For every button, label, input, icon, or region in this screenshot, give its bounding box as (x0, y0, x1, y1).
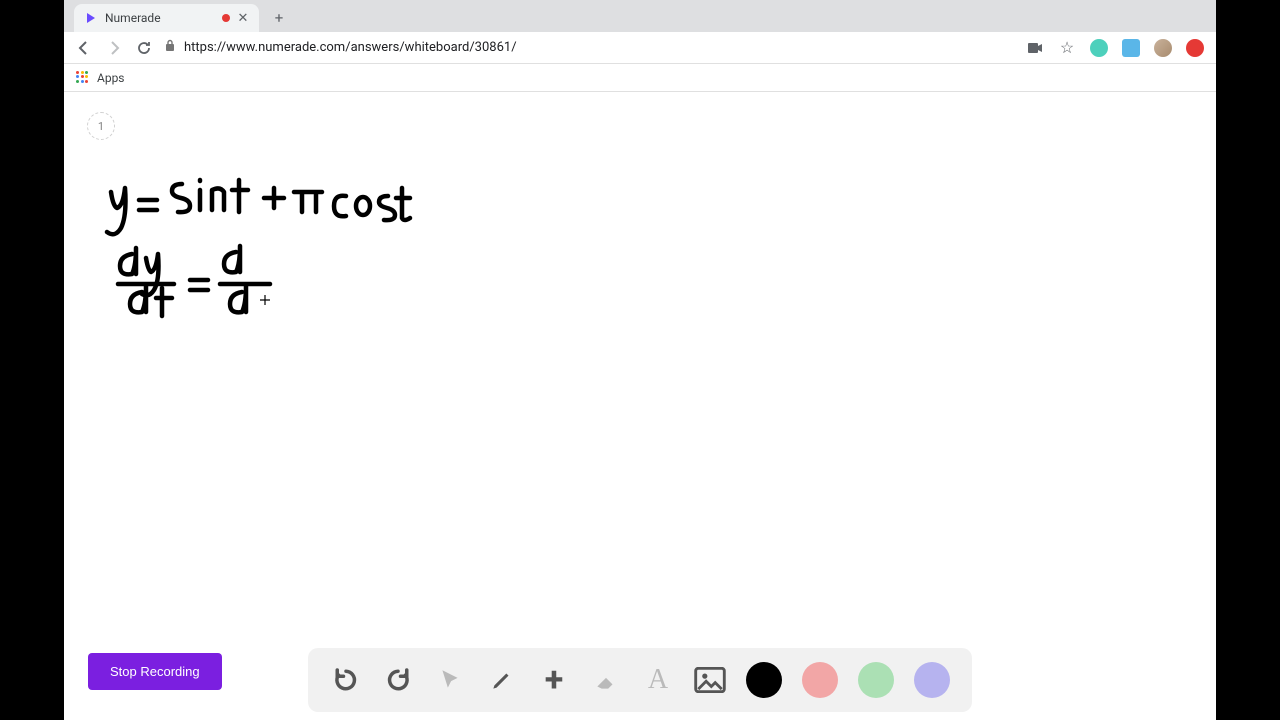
eraser-tool (590, 664, 622, 696)
whiteboard-content[interactable]: 1 (64, 92, 1216, 720)
address-bar: https://www.numerade.com/answers/whitebo… (64, 32, 1216, 64)
url-container[interactable]: https://www.numerade.com/answers/whitebo… (164, 39, 1014, 56)
camera-icon[interactable] (1026, 39, 1044, 57)
left-black-bar (0, 0, 64, 720)
tab-strip: Numerade ✕ + (64, 0, 1216, 32)
extension-icon-3[interactable] (1186, 39, 1204, 57)
extension-icon-1[interactable] (1090, 39, 1108, 57)
bookmark-bar: Apps (64, 64, 1216, 92)
add-tool[interactable]: + (538, 664, 570, 696)
right-black-bar (1216, 0, 1280, 720)
forward-button (106, 40, 122, 56)
browser-window: Numerade ✕ + https://www.numerade.com/an… (64, 0, 1216, 720)
close-tab-icon[interactable]: ✕ (237, 11, 249, 26)
browser-tab[interactable]: Numerade ✕ (74, 4, 259, 32)
color-purple[interactable] (914, 662, 950, 698)
color-green[interactable] (858, 662, 894, 698)
apps-bookmark[interactable]: Apps (97, 71, 125, 85)
whiteboard-toolbar: + A (308, 648, 972, 712)
profile-avatar[interactable] (1154, 39, 1172, 57)
recording-indicator-icon (222, 14, 230, 22)
new-tab-button[interactable]: + (267, 6, 291, 30)
back-button[interactable] (76, 40, 92, 56)
tab-favicon-icon (84, 11, 98, 25)
lock-icon (164, 39, 176, 56)
text-tool: A (642, 664, 674, 696)
pointer-tool (434, 664, 466, 696)
color-pink[interactable] (802, 662, 838, 698)
handwriting-canvas[interactable] (64, 92, 1216, 692)
nav-icons (76, 40, 152, 56)
color-black[interactable] (746, 662, 782, 698)
redo-button[interactable] (382, 664, 414, 696)
right-icons: ☆ (1026, 39, 1204, 57)
image-tool[interactable] (694, 664, 726, 696)
extension-icon-2[interactable] (1122, 39, 1140, 57)
apps-grid-icon[interactable] (76, 71, 90, 85)
url-text: https://www.numerade.com/answers/whitebo… (184, 40, 517, 55)
pencil-tool[interactable] (486, 664, 518, 696)
star-icon[interactable]: ☆ (1058, 39, 1076, 57)
reload-button[interactable] (136, 40, 152, 56)
stop-recording-button[interactable]: Stop Recording (88, 653, 222, 690)
undo-button[interactable] (330, 664, 362, 696)
tab-title: Numerade (105, 11, 215, 25)
